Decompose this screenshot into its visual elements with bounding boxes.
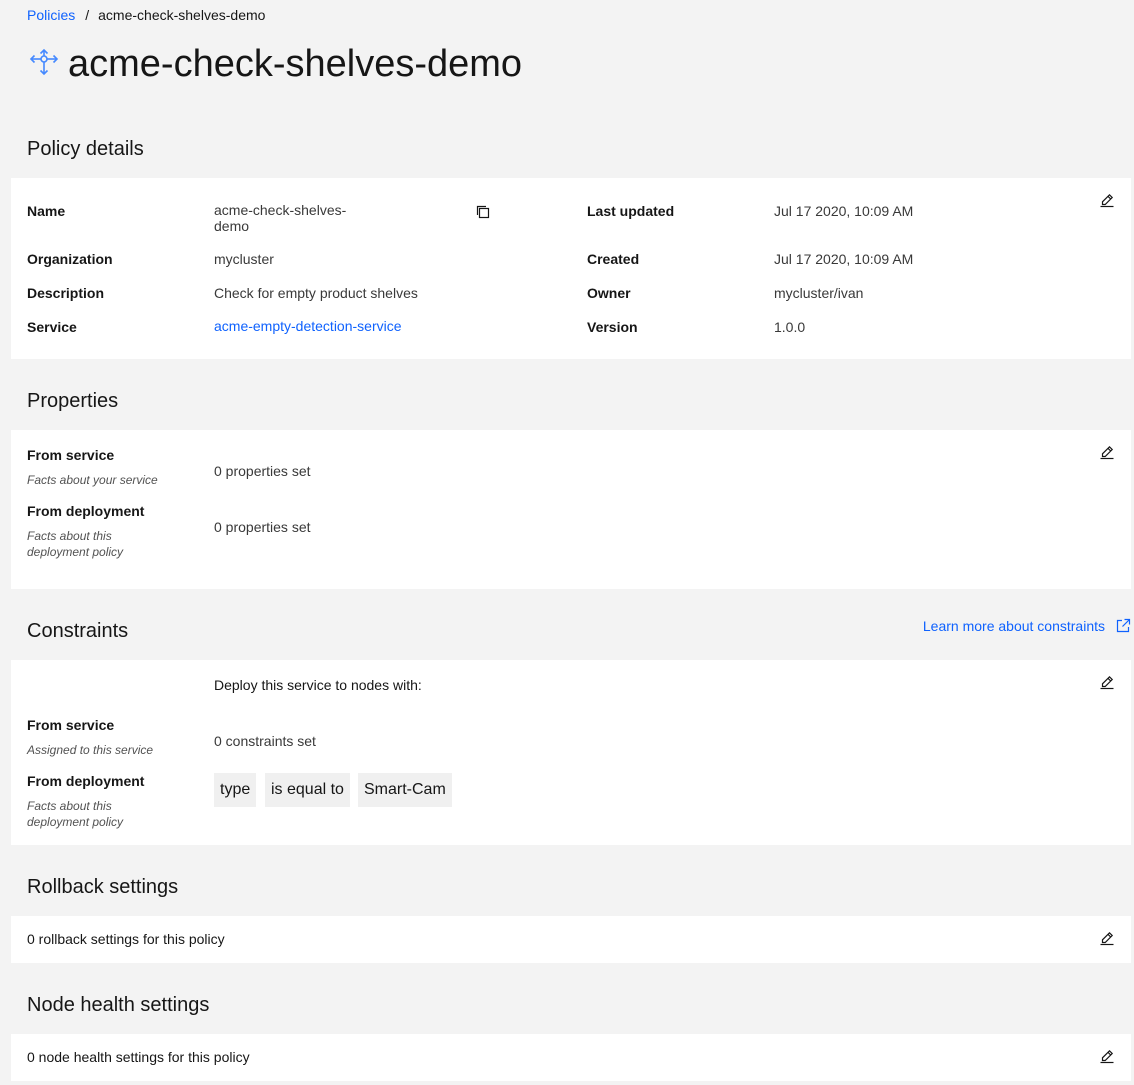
copy-icon[interactable] xyxy=(475,204,491,220)
page-title: acme-check-shelves-demo xyxy=(68,43,523,85)
constraints-from-service-value: 0 constraints set xyxy=(214,733,316,749)
edit-node-health-icon[interactable] xyxy=(1099,1048,1115,1064)
organization-label: Organization xyxy=(27,251,113,267)
edit-policy-details-icon[interactable] xyxy=(1099,192,1115,208)
version-value: 1.0.0 xyxy=(774,319,806,335)
policy-details-card xyxy=(11,178,1131,359)
properties-heading: Properties xyxy=(27,390,119,412)
constraints-from-service-sub: Assigned to this service xyxy=(27,743,154,757)
description-label: Description xyxy=(27,285,105,301)
constraint-tag-value: Smart-Cam xyxy=(358,773,452,807)
constraints-from-deployment-label: From deployment xyxy=(27,773,145,789)
constraints-from-deployment-sub-line1: Facts about this xyxy=(27,799,112,813)
properties-from-deployment-sub-line2: deployment policy xyxy=(27,545,124,559)
properties-from-deployment-sub-line1: Facts about this xyxy=(27,529,112,543)
breadcrumb-policies-link[interactable]: Policies xyxy=(27,7,75,23)
last-updated-label: Last updated xyxy=(587,203,675,219)
constraints-from-service-label: From service xyxy=(27,717,115,733)
constraints-heading: Constraints xyxy=(27,620,129,642)
breadcrumb: Policies / acme-check-shelves-demo xyxy=(27,7,265,23)
service-link[interactable]: acme-empty-detection-service xyxy=(214,318,402,334)
organization-value: mycluster xyxy=(214,251,274,267)
constraint-tag-property: type xyxy=(214,773,257,807)
constraints-card xyxy=(11,660,1131,845)
name-value-line1: acme-check-shelves- xyxy=(214,202,347,218)
created-label: Created xyxy=(587,251,640,267)
policy-details-heading: Policy details xyxy=(27,138,144,160)
breadcrumb-separator: / xyxy=(85,7,90,23)
node-health-value: 0 node health settings for this policy xyxy=(27,1049,250,1065)
external-link-icon[interactable] xyxy=(1115,618,1131,634)
properties-from-service-label: From service xyxy=(27,447,115,463)
edit-rollback-icon[interactable] xyxy=(1099,930,1115,946)
last-updated-value: Jul 17 2020, 10:09 AM xyxy=(774,203,914,219)
learn-more-constraints-label[interactable]: Learn more about constraints xyxy=(923,617,1105,635)
properties-from-service-value: 0 properties set xyxy=(214,463,311,479)
properties-from-service-sub: Facts about your service xyxy=(27,473,158,487)
rollback-value: 0 rollback settings for this policy xyxy=(27,931,225,947)
rollback-heading: Rollback settings xyxy=(27,876,179,898)
edit-constraints-icon[interactable] xyxy=(1099,674,1115,690)
constraint-tag-operator: is equal to xyxy=(265,773,350,807)
properties-card xyxy=(11,430,1131,589)
node-health-heading: Node health settings xyxy=(27,994,210,1016)
owner-value: mycluster/ivan xyxy=(774,285,864,301)
name-label: Name xyxy=(27,203,66,219)
service-label: Service xyxy=(27,319,77,335)
properties-from-deployment-value: 0 properties set xyxy=(214,519,311,535)
version-label: Version xyxy=(587,319,638,335)
breadcrumb-current: acme-check-shelves-demo xyxy=(98,7,266,23)
constraints-from-deployment-sub-line2: deployment policy xyxy=(27,815,124,829)
created-value: Jul 17 2020, 10:09 AM xyxy=(774,251,914,267)
constraints-intro: Deploy this service to nodes with: xyxy=(214,677,422,693)
learn-more-constraints-link[interactable]: Learn more about constraints xyxy=(923,617,1131,635)
description-value: Check for empty product shelves xyxy=(214,285,418,301)
edit-properties-icon[interactable] xyxy=(1099,444,1115,460)
properties-from-deployment-label: From deployment xyxy=(27,503,145,519)
name-value-line2: demo xyxy=(214,218,250,234)
deployment-policy-icon xyxy=(28,48,60,80)
owner-label: Owner xyxy=(587,285,631,301)
